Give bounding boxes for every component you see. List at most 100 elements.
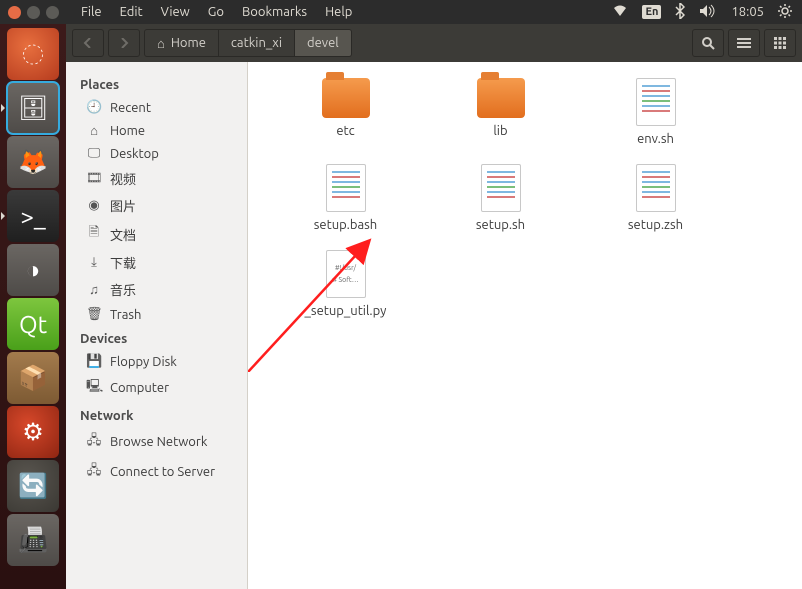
clock[interactable]: 18:05: [731, 5, 764, 19]
sidebar-item-label: 文档: [110, 225, 136, 244]
script-file-icon: [326, 164, 366, 212]
sidebar-item-pictures[interactable]: ◉图片: [66, 192, 247, 219]
sidebar-item-recent[interactable]: 🕘 Recent: [66, 96, 247, 119]
launcher-dash[interactable]: ◌: [7, 28, 59, 80]
sidebar-section-network: Network: [66, 403, 247, 427]
sidebar-item-label: 下载: [110, 253, 136, 272]
python-file-icon: #!/usr/# Soft…: [326, 250, 366, 298]
menu-go[interactable]: Go: [200, 2, 232, 22]
launcher-files[interactable]: 🗄: [7, 82, 59, 134]
desktop-icon: 🖵: [86, 146, 102, 161]
sidebar-item-label: Connect to Server: [110, 465, 215, 479]
file-name-label: setup.sh: [476, 218, 525, 232]
launcher-qt[interactable]: Qt: [7, 298, 59, 350]
indicator-area: En 18:05: [612, 3, 796, 22]
browse-network-icon: 🖧: [86, 431, 102, 453]
window-close-button[interactable]: [8, 6, 21, 19]
sidebar-item-computer[interactable]: 🖳 Computer: [66, 373, 247, 403]
unity-launcher: ◌🗄🦊>_◑Qt📦⚙🔄📠: [0, 24, 66, 589]
sidebar-item-videos[interactable]: 🎞 视频: [66, 165, 247, 192]
sidebar-item-home[interactable]: ⌂Home: [66, 119, 247, 142]
launcher-eclipse[interactable]: ◑: [7, 244, 59, 296]
breadcrumb-home[interactable]: ⌂Home: [144, 29, 219, 57]
script-file-icon: [636, 78, 676, 126]
sidebar-item-label: 视频: [110, 169, 136, 188]
session-gear-icon[interactable]: [778, 4, 792, 21]
file-item[interactable]: setup.zsh: [578, 164, 733, 232]
sidebar-item-label: 音乐: [110, 280, 136, 299]
window-maximize-button[interactable]: [46, 6, 59, 19]
window-minimize-button[interactable]: [27, 6, 40, 19]
file-item[interactable]: #!/usr/# Soft… _setup_util.py: [268, 250, 423, 318]
sidebar-item-music[interactable]: ♫ 音乐: [66, 276, 247, 303]
computer-icon: 🖳: [86, 377, 102, 399]
videos-icon: 🎞: [86, 171, 102, 186]
folder-icon: [322, 78, 370, 118]
window-controls: [0, 6, 67, 19]
trash-icon: 🗑: [86, 307, 102, 322]
pictures-icon: ◉: [86, 198, 102, 213]
file-item[interactable]: etc: [268, 78, 423, 146]
sidebar-item-label: Recent: [110, 101, 151, 115]
launcher-scanner[interactable]: 📠: [7, 514, 59, 566]
file-name-label: lib: [493, 124, 507, 138]
floppy-icon: 💾: [86, 354, 102, 369]
bluetooth-icon[interactable]: [675, 3, 685, 22]
folder-icon: [477, 78, 525, 118]
breadcrumb: ⌂Homecatkin_xidevel: [144, 29, 352, 57]
sidebar-item-trash[interactable]: 🗑Trash: [66, 303, 247, 326]
downloads-icon: ⤓: [86, 255, 102, 270]
nav-forward-button[interactable]: [108, 29, 140, 57]
file-name-label: setup.zsh: [628, 218, 683, 232]
sidebar-item-documents[interactable]: 🗎 文档: [66, 219, 247, 249]
nav-back-button[interactable]: [72, 29, 104, 57]
breadcrumb-devel[interactable]: devel: [295, 29, 352, 57]
file-name-label: env.sh: [637, 132, 674, 146]
music-icon: ♫: [86, 282, 102, 297]
sidebar-item-connect-server[interactable]: 🖧 Connect to Server: [66, 457, 247, 487]
file-name-label: setup.bash: [314, 218, 377, 232]
launcher-terminal[interactable]: >_: [7, 190, 59, 242]
file-view[interactable]: etc lib env.sh setup.bash setup.sh setup.zsh #…: [248, 62, 802, 589]
keyboard-layout-indicator[interactable]: En: [642, 5, 661, 19]
launcher-updater[interactable]: 🔄: [7, 460, 59, 512]
file-item[interactable]: setup.sh: [423, 164, 578, 232]
top-panel: FileEditViewGoBookmarksHelp En 18:05: [0, 0, 802, 24]
volume-icon[interactable]: [699, 4, 717, 21]
file-item[interactable]: env.sh: [578, 78, 733, 146]
documents-icon: 🗎: [86, 223, 102, 245]
launcher-firefox[interactable]: 🦊: [7, 136, 59, 188]
menu-bookmarks[interactable]: Bookmarks: [234, 2, 315, 22]
sidebar-item-desktop[interactable]: 🖵 Desktop: [66, 142, 247, 165]
sidebar-item-label: Desktop: [110, 147, 159, 161]
breadcrumb-catkin_xi[interactable]: catkin_xi: [219, 29, 295, 57]
sidebar-item-downloads[interactable]: ⤓ 下载: [66, 249, 247, 276]
sidebar-section-devices: Devices: [66, 326, 247, 350]
menu-file[interactable]: File: [73, 2, 110, 22]
sidebar: Places 🕘 Recent ⌂Home 🖵 Desktop 🎞 视频 ◉图片 🗎 文档 ⤓ 下载 ♫ 音…: [66, 62, 248, 589]
sidebar-item-browse-network[interactable]: 🖧 Browse Network: [66, 427, 247, 457]
launcher-package[interactable]: 📦: [7, 352, 59, 404]
launcher-settings[interactable]: ⚙: [7, 406, 59, 458]
network-wifi-icon[interactable]: [612, 4, 628, 21]
search-button[interactable]: [692, 29, 724, 57]
view-list-button[interactable]: [728, 29, 760, 57]
file-item[interactable]: setup.bash: [268, 164, 423, 232]
sidebar-item-label: Computer: [110, 381, 169, 395]
sidebar-item-label: Browse Network: [110, 435, 207, 449]
sidebar-item-floppy[interactable]: 💾 Floppy Disk: [66, 350, 247, 373]
menu-edit[interactable]: Edit: [112, 2, 151, 22]
recent-icon: 🕘: [86, 100, 102, 115]
file-name-label: etc: [336, 124, 354, 138]
sidebar-item-label: Floppy Disk: [110, 355, 177, 369]
file-manager-window: ⌂Homecatkin_xidevel Places🕘Recent⌂Home🖵D…: [66, 24, 802, 589]
connect-server-icon: 🖧: [86, 461, 102, 483]
menu-view[interactable]: View: [153, 2, 198, 22]
menu-bar: FileEditViewGoBookmarksHelp: [73, 2, 360, 22]
sidebar-section-places: Places: [66, 72, 247, 96]
view-grid-button[interactable]: [764, 29, 796, 57]
menu-help[interactable]: Help: [317, 2, 360, 22]
file-item[interactable]: lib: [423, 78, 578, 146]
file-name-label: _setup_util.py: [305, 304, 387, 318]
toolbar: ⌂Homecatkin_xidevel: [66, 24, 802, 62]
